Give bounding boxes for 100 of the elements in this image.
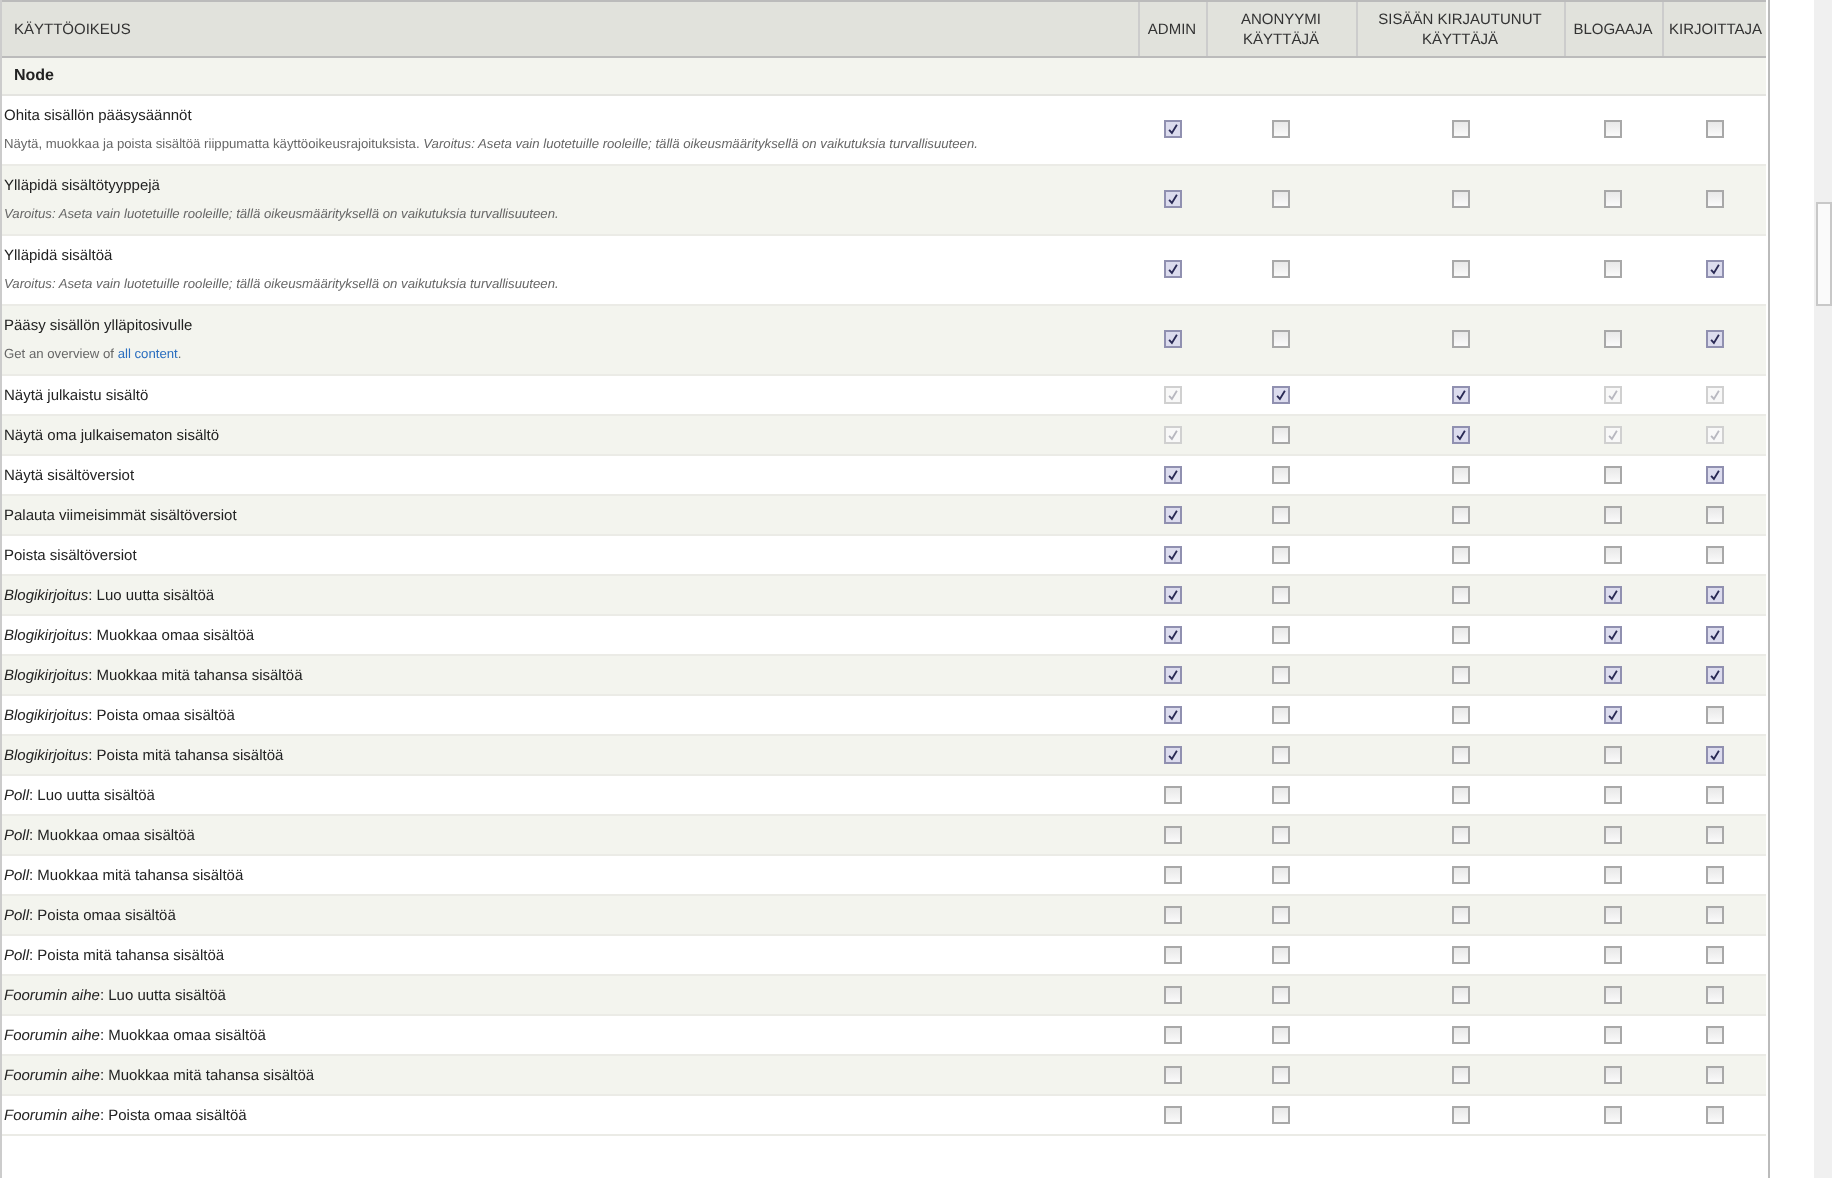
- checkbox[interactable]: [1272, 865, 1290, 884]
- checkbox[interactable]: [1451, 585, 1469, 604]
- checkbox[interactable]: [1163, 665, 1181, 684]
- checkbox[interactable]: [1705, 705, 1723, 724]
- scrollbar[interactable]: [1814, 0, 1832, 1178]
- checkbox[interactable]: [1705, 665, 1723, 684]
- checkbox[interactable]: [1451, 985, 1469, 1004]
- checkbox[interactable]: [1272, 260, 1290, 279]
- checkbox[interactable]: [1451, 905, 1469, 924]
- checkbox[interactable]: [1705, 190, 1723, 209]
- checkbox[interactable]: [1604, 585, 1622, 604]
- checkbox[interactable]: [1451, 120, 1469, 139]
- checkbox[interactable]: [1272, 385, 1290, 404]
- checkbox[interactable]: [1604, 545, 1622, 564]
- checkbox[interactable]: [1705, 1065, 1723, 1084]
- checkbox[interactable]: [1272, 825, 1290, 844]
- checkbox[interactable]: [1163, 505, 1181, 524]
- checkbox[interactable]: [1604, 665, 1622, 684]
- checkbox[interactable]: [1604, 705, 1622, 724]
- checkbox[interactable]: [1604, 905, 1622, 924]
- checkbox[interactable]: [1272, 625, 1290, 644]
- checkbox[interactable]: [1163, 985, 1181, 1004]
- checkbox[interactable]: [1272, 705, 1290, 724]
- checkbox[interactable]: [1451, 425, 1469, 444]
- checkbox[interactable]: [1451, 330, 1469, 349]
- checkbox[interactable]: [1163, 260, 1181, 279]
- checkbox[interactable]: [1705, 1025, 1723, 1044]
- checkbox[interactable]: [1705, 585, 1723, 604]
- checkbox[interactable]: [1272, 545, 1290, 564]
- checkbox[interactable]: [1604, 785, 1622, 804]
- checkbox[interactable]: [1705, 625, 1723, 644]
- checkbox[interactable]: [1604, 1065, 1622, 1084]
- checkbox[interactable]: [1272, 945, 1290, 964]
- checkbox[interactable]: [1705, 785, 1723, 804]
- checkbox[interactable]: [1604, 945, 1622, 964]
- checkbox[interactable]: [1163, 625, 1181, 644]
- checkbox[interactable]: [1451, 1065, 1469, 1084]
- checkbox[interactable]: [1272, 330, 1290, 349]
- checkbox[interactable]: [1451, 785, 1469, 804]
- checkbox[interactable]: [1272, 465, 1290, 484]
- checkbox[interactable]: [1705, 260, 1723, 279]
- checkbox[interactable]: [1272, 905, 1290, 924]
- checkbox[interactable]: [1163, 825, 1181, 844]
- checkbox[interactable]: [1272, 190, 1290, 209]
- checkbox[interactable]: [1604, 330, 1622, 349]
- checkbox[interactable]: [1272, 1105, 1290, 1124]
- checkbox[interactable]: [1705, 945, 1723, 964]
- checkbox[interactable]: [1451, 545, 1469, 564]
- checkbox[interactable]: [1604, 120, 1622, 139]
- checkbox[interactable]: [1705, 465, 1723, 484]
- checkbox[interactable]: [1451, 705, 1469, 724]
- checkbox[interactable]: [1705, 905, 1723, 924]
- checkbox[interactable]: [1604, 260, 1622, 279]
- checkbox[interactable]: [1705, 1105, 1723, 1124]
- checkbox[interactable]: [1604, 465, 1622, 484]
- checkbox[interactable]: [1451, 625, 1469, 644]
- checkbox[interactable]: [1163, 465, 1181, 484]
- checkbox[interactable]: [1451, 465, 1469, 484]
- checkbox[interactable]: [1705, 120, 1723, 139]
- checkbox[interactable]: [1163, 545, 1181, 564]
- checkbox[interactable]: [1272, 985, 1290, 1004]
- checkbox[interactable]: [1163, 585, 1181, 604]
- checkbox[interactable]: [1272, 425, 1290, 444]
- checkbox[interactable]: [1272, 120, 1290, 139]
- checkbox[interactable]: [1163, 745, 1181, 764]
- checkbox[interactable]: [1163, 1065, 1181, 1084]
- checkbox[interactable]: [1604, 865, 1622, 884]
- checkbox[interactable]: [1705, 545, 1723, 564]
- checkbox[interactable]: [1604, 1025, 1622, 1044]
- checkbox[interactable]: [1705, 505, 1723, 524]
- checkbox[interactable]: [1604, 190, 1622, 209]
- checkbox[interactable]: [1451, 745, 1469, 764]
- checkbox[interactable]: [1163, 905, 1181, 924]
- checkbox[interactable]: [1163, 120, 1181, 139]
- checkbox[interactable]: [1163, 705, 1181, 724]
- checkbox[interactable]: [1451, 945, 1469, 964]
- checkbox[interactable]: [1604, 1105, 1622, 1124]
- checkbox[interactable]: [1451, 260, 1469, 279]
- checkbox[interactable]: [1451, 385, 1469, 404]
- scrollbar-thumb[interactable]: [1816, 202, 1832, 306]
- checkbox[interactable]: [1604, 825, 1622, 844]
- checkbox[interactable]: [1705, 330, 1723, 349]
- checkbox[interactable]: [1451, 865, 1469, 884]
- checkbox[interactable]: [1604, 505, 1622, 524]
- checkbox[interactable]: [1451, 665, 1469, 684]
- checkbox[interactable]: [1272, 585, 1290, 604]
- checkbox[interactable]: [1705, 985, 1723, 1004]
- checkbox[interactable]: [1705, 745, 1723, 764]
- checkbox[interactable]: [1705, 865, 1723, 884]
- checkbox[interactable]: [1604, 745, 1622, 764]
- checkbox[interactable]: [1451, 825, 1469, 844]
- checkbox[interactable]: [1163, 1105, 1181, 1124]
- checkbox[interactable]: [1272, 745, 1290, 764]
- checkbox[interactable]: [1163, 865, 1181, 884]
- checkbox[interactable]: [1272, 1065, 1290, 1084]
- checkbox[interactable]: [1451, 1105, 1469, 1124]
- checkbox[interactable]: [1451, 1025, 1469, 1044]
- checkbox[interactable]: [1272, 1025, 1290, 1044]
- checkbox[interactable]: [1272, 505, 1290, 524]
- checkbox[interactable]: [1272, 785, 1290, 804]
